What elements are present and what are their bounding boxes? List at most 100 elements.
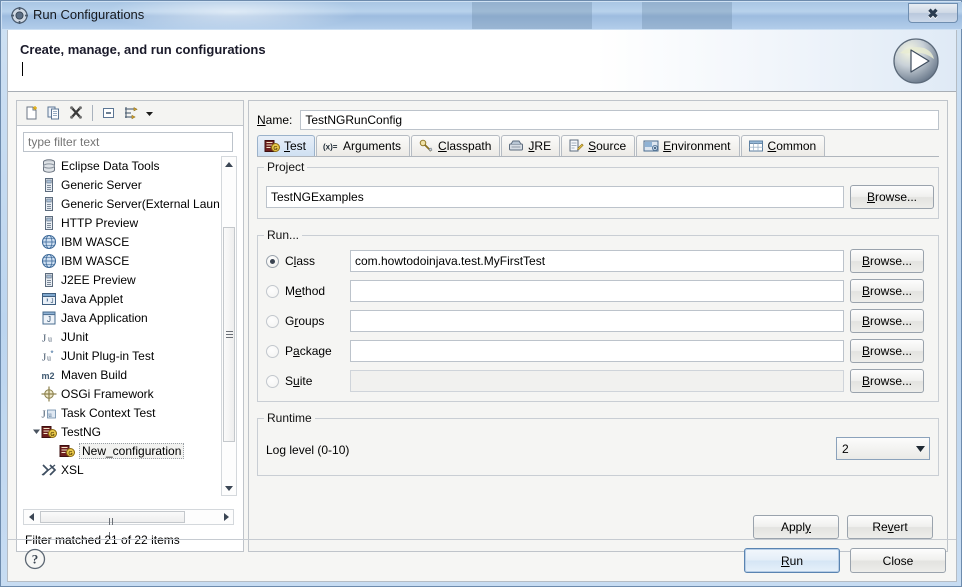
test-tab-content: Project Browse... Run... Class Browse... M… bbox=[257, 157, 939, 545]
scroll-left-icon[interactable] bbox=[24, 510, 38, 524]
tree-item-task-context-test[interactable]: Ju Task Context Test bbox=[23, 403, 220, 422]
run-groups-input[interactable] bbox=[350, 310, 844, 332]
tree-item-ibm-wasce[interactable]: IBM WASCE bbox=[23, 251, 220, 270]
tab-label: Source bbox=[588, 139, 627, 153]
run-radio-class[interactable]: Class bbox=[266, 250, 350, 272]
run-radio-groups[interactable]: Groups bbox=[266, 310, 350, 332]
classpath-icon bbox=[418, 138, 434, 154]
run-method-input[interactable] bbox=[350, 280, 844, 302]
revert-button[interactable]: Revert bbox=[847, 515, 933, 539]
run-class-input[interactable] bbox=[350, 250, 844, 272]
tab-classpath[interactable]: Classpath bbox=[411, 135, 501, 156]
tree-item-label: Generic Server(External Laun bbox=[61, 196, 220, 211]
project-input[interactable] bbox=[266, 186, 844, 208]
radio-button-groups[interactable] bbox=[266, 314, 279, 328]
radio-button-class[interactable] bbox=[266, 254, 279, 268]
radio-button-suite[interactable] bbox=[266, 374, 279, 388]
tree-item-eclipse-data-tools[interactable]: Eclipse Data Tools bbox=[23, 156, 220, 175]
toolbar-separator bbox=[92, 105, 93, 121]
tree-item-java-application[interactable]: J Java Application bbox=[23, 308, 220, 327]
tab-test[interactable]: G Test bbox=[257, 135, 316, 156]
run-configurations-dialog: Run Configurations ✖ Create, manage, and… bbox=[0, 0, 962, 587]
tree-item-label: J2EE Preview bbox=[61, 272, 136, 287]
run-button[interactable]: Run bbox=[744, 548, 840, 573]
run-package-browse-button[interactable]: Browse... bbox=[850, 339, 924, 363]
log-level-combo[interactable]: 2 bbox=[836, 437, 930, 460]
testng-icon: G bbox=[59, 443, 75, 459]
server-icon bbox=[41, 177, 57, 193]
tree-item-maven-build[interactable]: m2 Maven Build bbox=[23, 365, 220, 384]
scroll-right-icon[interactable] bbox=[219, 510, 233, 524]
run-package-input[interactable] bbox=[350, 340, 844, 362]
help-question-icon[interactable]: ? bbox=[24, 548, 46, 570]
tree-item-junit[interactable]: Ju JUnit bbox=[23, 327, 220, 346]
chevron-down-icon[interactable] bbox=[142, 103, 156, 123]
radio-button-method[interactable] bbox=[266, 284, 279, 298]
globe-icon bbox=[41, 234, 57, 250]
tree-horizontal-scrollbar[interactable] bbox=[23, 509, 234, 539]
tab-arguments[interactable]: (x)= Arguments bbox=[316, 135, 411, 156]
run-method-browse-button[interactable]: Browse... bbox=[850, 279, 924, 303]
scroll-up-icon[interactable] bbox=[222, 157, 236, 171]
environment-icon bbox=[643, 138, 659, 154]
close-button[interactable]: Close bbox=[850, 548, 946, 573]
run-radio-label: Method bbox=[285, 284, 326, 298]
tree-item-label: New_configuration bbox=[79, 442, 185, 459]
tree-item-java-applet[interactable]: J Java Applet bbox=[23, 289, 220, 308]
tree-item-new-configuration[interactable]: G New_configuration bbox=[23, 441, 220, 460]
tab-label: Environment bbox=[663, 139, 731, 153]
tab-jre[interactable]: JRE bbox=[501, 135, 561, 156]
configuration-name-input[interactable] bbox=[300, 110, 939, 130]
svg-text:u: u bbox=[48, 334, 52, 343]
project-browse-button[interactable]: Browse... bbox=[850, 185, 934, 209]
filter-input[interactable] bbox=[23, 132, 233, 152]
tree-item-ibm-wasce[interactable]: IBM WASCE bbox=[23, 232, 220, 251]
tree-item-generic-server[interactable]: Generic Server bbox=[23, 175, 220, 194]
close-icon: ✖ bbox=[927, 5, 939, 21]
delete-configuration-button[interactable] bbox=[65, 103, 87, 123]
name-label: Name: bbox=[257, 113, 293, 127]
text-caret bbox=[22, 62, 23, 76]
radio-button-package[interactable] bbox=[266, 344, 279, 358]
run-suite-input[interactable] bbox=[350, 370, 844, 392]
duplicate-configuration-button[interactable] bbox=[43, 103, 65, 123]
revert-label: Revert bbox=[872, 520, 908, 534]
svg-text:u: u bbox=[48, 411, 52, 419]
tree-item-generic-server-external-laun[interactable]: Generic Server(External Laun bbox=[23, 194, 220, 213]
run-suite-browse-button[interactable]: Browse... bbox=[850, 369, 924, 393]
configurations-tree[interactable]: Eclipse Data Tools Generic Server Generic … bbox=[23, 156, 220, 496]
run-group: Run... Class Browse... Method Browse... Grou… bbox=[257, 228, 939, 402]
tab-label: Test bbox=[284, 139, 307, 153]
scroll-grip-icon bbox=[226, 330, 233, 339]
tab-environment[interactable]: Environment bbox=[636, 135, 740, 156]
browse-label: Browse... bbox=[861, 374, 913, 388]
new-configuration-button[interactable] bbox=[21, 103, 43, 123]
source-icon bbox=[568, 138, 584, 154]
tree-item-testng[interactable]: G TestNG bbox=[23, 422, 220, 441]
tree-item-junit-plug-in-test[interactable]: Ju JUnit Plug-in Test bbox=[23, 346, 220, 365]
tree-item-http-preview[interactable]: HTTP Preview bbox=[23, 213, 220, 232]
window-close-button[interactable]: ✖ bbox=[908, 3, 958, 23]
tree-vertical-scrollbar[interactable] bbox=[221, 156, 237, 496]
common-icon bbox=[748, 138, 764, 154]
tree-item-osgi-framework[interactable]: OSGi Framework bbox=[23, 384, 220, 403]
tree-hscroll-thumb[interactable] bbox=[40, 511, 185, 539]
tree-item-xsl[interactable]: XSL bbox=[23, 460, 220, 479]
apply-button[interactable]: Apply bbox=[753, 515, 839, 539]
tree-scroll-thumb[interactable] bbox=[223, 227, 235, 442]
run-groups-browse-button[interactable]: Browse... bbox=[850, 309, 924, 333]
tab-common[interactable]: Common bbox=[740, 135, 826, 156]
run-radio-suite[interactable]: Suite bbox=[266, 370, 350, 392]
collapse-all-button[interactable] bbox=[98, 103, 120, 123]
run-radio-method[interactable]: Method bbox=[266, 280, 350, 302]
browse-label: Browse... bbox=[861, 344, 913, 358]
tab-source[interactable]: Source bbox=[561, 135, 636, 156]
tree-item-j2ee-preview[interactable]: J2EE Preview bbox=[23, 270, 220, 289]
tree-expander-icon[interactable] bbox=[31, 426, 42, 437]
run-radio-package[interactable]: Package bbox=[266, 340, 350, 362]
scroll-down-icon[interactable] bbox=[222, 481, 236, 495]
testng-icon: G bbox=[41, 424, 57, 440]
title-bar: Run Configurations ✖ bbox=[2, 2, 962, 29]
filter-arrows-icon[interactable] bbox=[120, 103, 142, 123]
run-class-browse-button[interactable]: Browse... bbox=[850, 249, 924, 273]
